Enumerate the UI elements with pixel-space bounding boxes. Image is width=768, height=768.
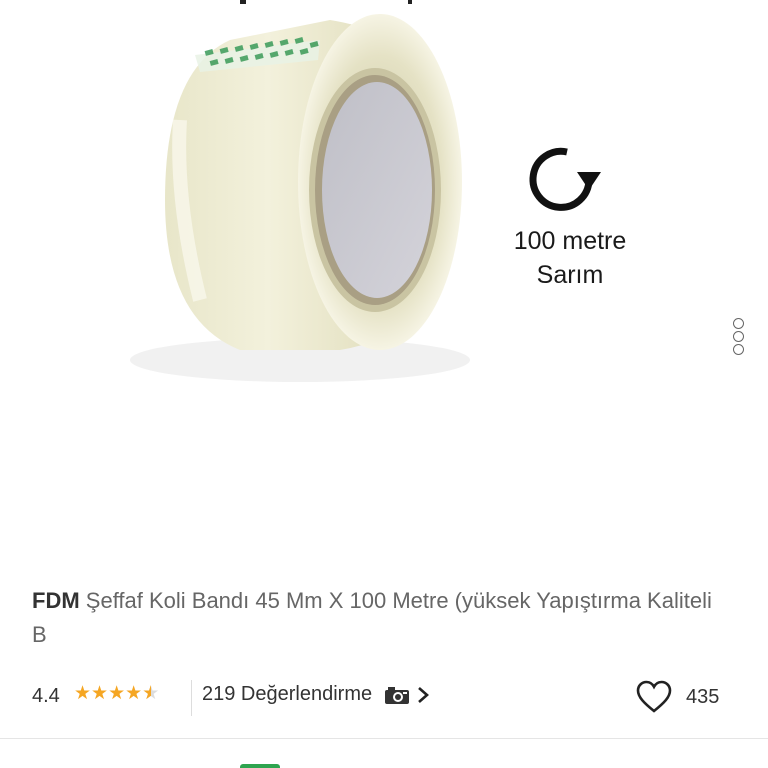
reviews-link[interactable]: 219 Değerlendirme [202,683,430,706]
favorite-count: 435 [686,685,720,708]
star-icon: ★ [125,683,143,704]
half-star-icon: ★ [142,682,159,705]
camera-icon [385,686,410,704]
heart-icon [636,680,672,713]
favorite-button[interactable]: 435 [636,680,719,714]
divider [191,680,192,716]
bottom-accent-indicator [240,764,280,768]
chevron-right-icon [418,686,430,703]
rating-value: 4.4 [32,685,60,707]
rating-row: 4.4 ★★★★★ 219 Değerlendirme 435 [32,678,736,720]
star-rating: ★★★★★ [74,682,159,705]
divider [0,738,768,739]
brand-name[interactable]: FDM [32,588,80,613]
reviews-count-label: 219 Değerlendirme [202,683,373,705]
rotate-clockwise-icon [529,147,601,211]
product-image-area[interactable]: 100 metre Sarım [0,0,768,550]
spec-length-text: 100 metre [513,227,627,255]
more-dots-icon[interactable] [728,318,748,360]
product-page: 100 metre Sarım FDM Şeffaf Koli Bandı 45… [0,0,768,768]
star-icon: ★ [108,683,126,704]
product-title: FDM Şeffaf Koli Bandı 45 Mm X 100 Metre … [32,584,732,652]
product-name: Şeffaf Koli Bandı 45 Mm X 100 Metre (yük… [32,588,712,647]
spec-label-text: Sarım [536,261,604,289]
star-icon: ★ [74,683,92,704]
star-icon: ★ [91,683,109,704]
